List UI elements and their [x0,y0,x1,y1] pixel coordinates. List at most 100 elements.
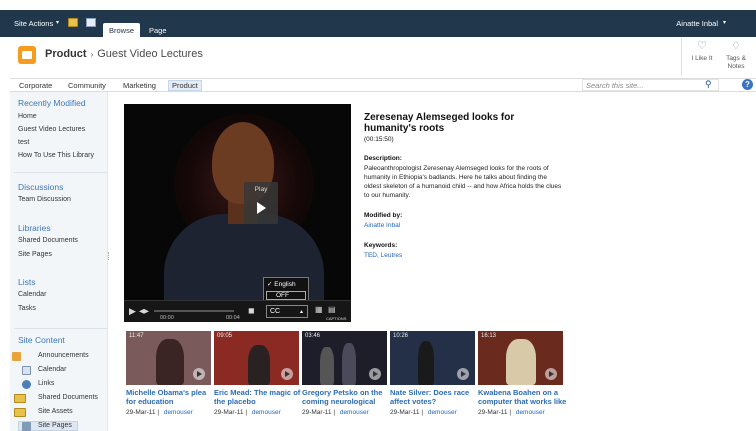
nav-shared-documents[interactable]: Shared Documents [18,237,78,244]
nav-team-discussion[interactable]: Team Discussion [18,196,71,203]
resize-handle[interactable] [108,252,110,260]
thumbnail-user[interactable]: demouser [428,409,457,416]
play-icon[interactable] [545,368,557,380]
site-content-heading[interactable]: Site Content [18,335,65,345]
captions-select-label: CC [270,308,281,315]
help-icon[interactable]: ? [742,79,753,90]
thumbnail-title[interactable]: Gregory Petsko on the coming neurologica… [302,388,392,406]
discussions-heading[interactable]: Discussions [18,182,63,192]
thumbnail-date: 29-Mar-11 [302,409,332,416]
navigate-up-icon[interactable] [68,18,78,27]
tab-page[interactable]: Page [143,23,173,37]
video-thumbnail[interactable]: 11:47 [126,331,211,385]
content-site-assets[interactable]: Site Assets [38,408,73,415]
thumbnail-figure [418,341,434,385]
content-site-pages[interactable]: Site Pages [38,422,72,429]
play-icon[interactable]: ▶ [129,306,136,317]
edit-page-icon[interactable] [86,18,96,27]
video-description: Paleoanthropologist Zeresenay Alemseged … [364,165,562,199]
nav-calendar[interactable]: Calendar [18,291,46,298]
chevron-down-icon[interactable]: ▾ [723,19,726,26]
thumbnail-title[interactable]: Eric Mead: The magic of the placebo [214,388,304,406]
recent-item-test[interactable]: test [18,139,29,146]
video-details: Zeresenay Alemseged looks for humanity's… [364,112,564,260]
play-icon[interactable] [193,368,205,380]
nav-tasks[interactable]: Tasks [18,305,36,312]
recently-modified-heading: Recently Modified [18,98,86,108]
thumbnail-meta: 29-Mar-11 | demouser [390,409,457,416]
nav-community[interactable]: Community [68,81,106,90]
globe-icon [22,380,31,389]
content-announcements[interactable]: Announcements [38,352,89,359]
content-links[interactable]: Links [38,380,54,387]
nav-product[interactable]: Product [168,80,202,91]
description-label: Description: [364,155,402,162]
lists-heading[interactable]: Lists [18,277,35,287]
thumbnail-date: 29-Mar-11 [214,409,244,416]
thumbnail-title[interactable]: Nate Silver: Does race affect votes? [390,388,480,406]
thumbnail-duration: 10:26 [393,333,409,339]
video-thumbnail[interactable]: 09:05 [214,331,299,385]
recent-item-guest-video[interactable]: Guest Video Lectures [18,126,85,133]
captions-icon[interactable]: ▤ [328,305,336,314]
search-icon[interactable]: ⚲ [705,79,712,90]
search-input[interactable]: Search this site... [582,79,719,91]
video-thumbnail[interactable]: 16:13 [478,331,563,385]
thumbnail-user[interactable]: demouser [252,409,281,416]
tags-notes-button[interactable]: ♢ Tags & Notes [721,40,751,71]
recent-item-home[interactable]: Home [18,113,37,120]
caption-option-english-label: English [274,281,296,288]
nav-site-pages[interactable]: Site Pages [18,251,52,258]
tags-notes-label: Tags & [726,55,746,62]
thumbnail-user[interactable]: demouser [340,409,369,416]
play-icon[interactable] [457,368,469,380]
content-shared-documents[interactable]: Shared Documents [38,394,98,401]
libraries-heading[interactable]: Libraries [18,223,51,233]
video-duration: (00:15:50) [364,136,394,143]
thumbnail-title[interactable]: Michelle Obama's plea for education [126,388,216,406]
thumbnail-meta: 29-Mar-11 | demouser [214,409,281,416]
video-thumbnail[interactable]: 10:26 [390,331,475,385]
fullscreen-icon[interactable]: ▦ [315,305,323,314]
divider [14,328,108,329]
volume-icon[interactable]: ◼ [248,306,255,315]
video-title: Zeresenay Alemseged looks for humanity's… [364,112,515,134]
divider [14,172,108,173]
play-label: Play [254,186,268,193]
modified-by-link[interactable]: Ainatte Inbal [364,221,564,230]
chevron-down-icon[interactable]: ▾ [56,19,59,26]
thumbnail-user[interactable]: demouser [164,409,193,416]
keywords-label: Keywords: [364,242,398,249]
site-logo-icon [18,46,36,64]
calendar-icon [22,366,31,375]
nav-corporate[interactable]: Corporate [19,81,52,90]
play-button[interactable]: Play [244,182,278,224]
caption-option-english[interactable]: ✓ English [267,280,296,288]
thumbnail-meta: 29-Mar-11 | demouser [302,409,369,416]
thumbnail-duration: 11:47 [129,333,144,339]
thumbnail-user[interactable]: demouser [516,409,545,416]
play-icon[interactable] [369,368,381,380]
play-icon[interactable] [281,368,293,380]
video-thumbnail[interactable]: 03:46 [302,331,387,385]
seek-bar[interactable] [154,310,234,312]
thumbnail-meta: 29-Mar-11 | demouser [126,409,193,416]
breadcrumb-separator: › [90,50,94,59]
seek-arrows-icon[interactable]: ◀▶ [139,307,149,315]
user-menu[interactable]: Ainatte Inbal [676,19,718,28]
tab-browse[interactable]: Browse [103,23,140,37]
site-actions-menu[interactable]: Site Actions [14,19,53,28]
recent-item-how-to[interactable]: How To Use This Library [18,152,94,159]
thumbnail-title[interactable]: Kwabena Boahen on a computer that works … [478,388,568,406]
keywords-link[interactable]: TED, Leutres [364,251,564,260]
thumbnail-meta: 29-Mar-11 | demouser [478,409,545,416]
caption-option-off[interactable]: OFF [266,291,306,300]
video-player[interactable]: Play ✓ English OFF ▶ ◀▶ 00:00 00:04 ◼ CC… [124,104,351,322]
content-calendar[interactable]: Calendar [38,366,66,373]
nav-marketing[interactable]: Marketing [123,81,156,90]
i-like-it-button[interactable]: ♡ I Like It [686,40,718,62]
modified-by-label: Modified by: [364,212,403,219]
captions-select[interactable]: CC ▲ [266,305,308,318]
breadcrumb-site[interactable]: Product [45,48,87,60]
chevron-up-icon: ▲ [299,309,304,315]
